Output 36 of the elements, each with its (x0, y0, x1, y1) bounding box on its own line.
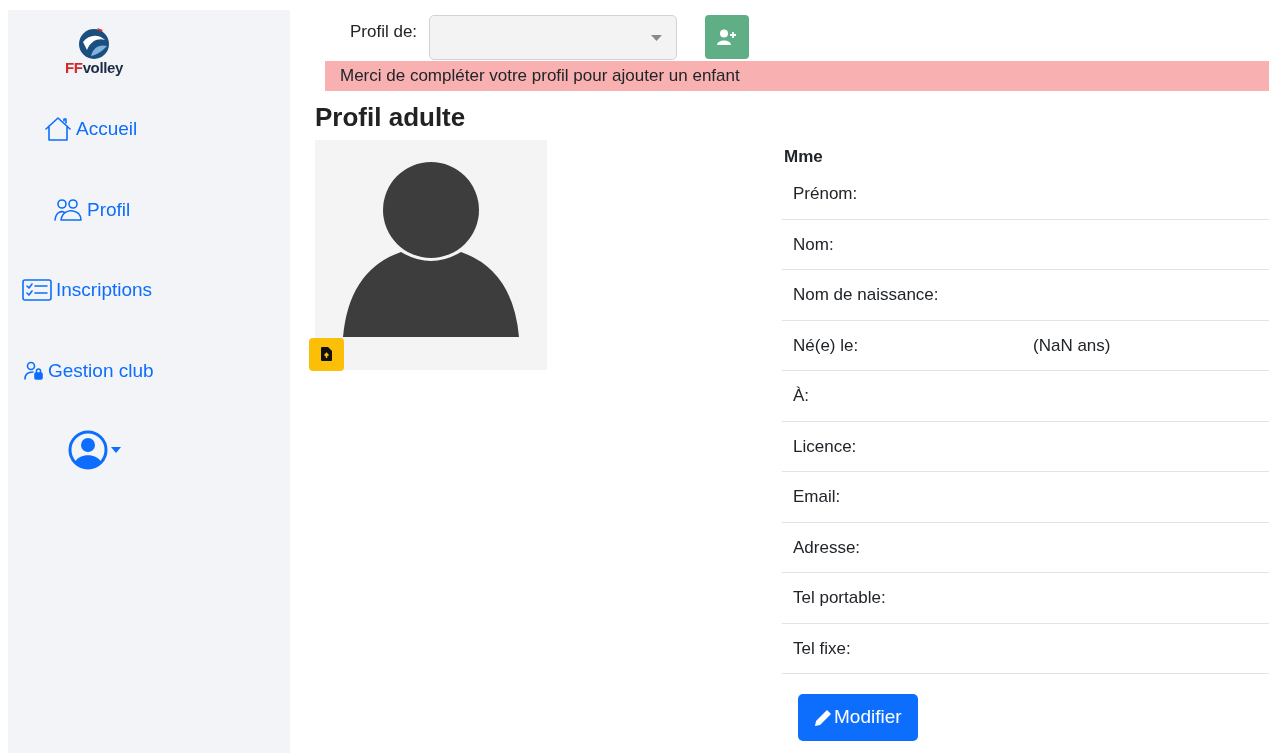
nav-link[interactable]: Gestion club (8, 356, 290, 385)
section-title: Profil adulte (315, 101, 467, 134)
field-label: Nom de naissance: (793, 284, 940, 306)
logo-text: FF (65, 60, 83, 75)
warning-alert: Merci de compléter votre profil pour ajouter un enfant (325, 61, 1269, 91)
field-label: Prénom: (793, 183, 859, 205)
field-label: Email: (793, 486, 842, 508)
field-value: (NaN ans) (1033, 334, 1111, 357)
nav-link[interactable]: Accueil (8, 115, 290, 144)
field-label: Adresse: (793, 536, 862, 559)
edit-button[interactable]: Modifier (798, 694, 918, 741)
upload-photo-button[interactable] (309, 337, 344, 371)
field-label: Nom: (793, 233, 835, 256)
users-icon (53, 197, 83, 222)
field-label: À: (793, 385, 811, 407)
field-label: Profil de: (350, 21, 418, 43)
logo-text: volley (82, 60, 123, 75)
field-label: Tel portable: (793, 587, 887, 609)
nav-link[interactable]: Profil (8, 195, 290, 224)
civility-text: Mme (783, 145, 824, 168)
account-menu-button[interactable] (67, 429, 121, 471)
nav-link[interactable]: Inscriptions (8, 276, 290, 305)
field-label: Né(e) le: (793, 334, 860, 357)
caret-icon (651, 34, 663, 41)
field-label: Tel fixe: (793, 637, 852, 660)
house-icon (44, 116, 72, 143)
checklist-icon (22, 278, 52, 303)
user-circle-icon (67, 429, 109, 471)
logo-icon (77, 26, 111, 60)
field-label: Licence: (793, 435, 858, 458)
add-child-button[interactable] (705, 15, 750, 59)
user-lock-icon (24, 360, 44, 381)
file-upload-icon (321, 347, 332, 361)
pencil-icon (814, 708, 832, 727)
user-plus-icon (717, 29, 738, 45)
caret-icon (111, 447, 121, 453)
